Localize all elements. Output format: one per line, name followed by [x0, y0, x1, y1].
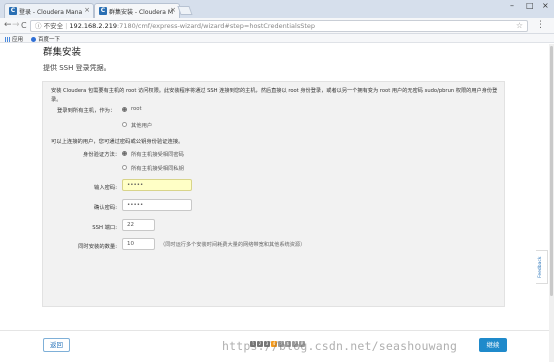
browser-tab-bar: C 登录 - Cloudera Mana × C 群集安装 - Cloudera…: [0, 0, 554, 18]
minimize-icon[interactable]: –: [510, 1, 514, 10]
bookmark-label: 百度一下: [38, 37, 61, 43]
bookmark-star-icon[interactable]: ☆: [516, 21, 523, 31]
apps-grid-icon: [5, 36, 10, 42]
ssh-port-label: SSH 端口:: [92, 225, 117, 231]
bookmark-baidu[interactable]: 百度一下: [31, 35, 60, 43]
bookmarks-bar: 应用 百度一下: [0, 34, 554, 43]
option-same-password-label: 所有主机接受相同密码: [131, 152, 184, 158]
option-same-key-label: 所有主机接受相同私钥: [131, 166, 184, 172]
url-host: 192.168.2.219: [69, 22, 117, 30]
tab-title: 群集安装 - Cloudera M: [109, 9, 174, 16]
password-input[interactable]: •••••: [122, 179, 192, 191]
close-window-icon[interactable]: ×: [542, 1, 549, 10]
tab-title: 登录 - Cloudera Mana: [19, 9, 83, 16]
scrollbar-thumb[interactable]: [550, 46, 553, 296]
feedback-tab[interactable]: Feedback: [536, 250, 548, 284]
browser-navbar: ← → C ⓘ 不安全 | 192.168.2.219:7180/cmf/exp…: [0, 18, 554, 34]
ssh-port-input[interactable]: 22: [122, 219, 155, 231]
radio-other-user[interactable]: [122, 122, 127, 127]
cloudera-favicon-icon: C: [99, 7, 107, 15]
radio-same-private-key[interactable]: [122, 165, 127, 170]
wizard-footer: 返回 1 2 3 4 5 6 7 8 https://blog.csdn.net…: [0, 330, 554, 362]
maximize-icon[interactable]: □: [526, 1, 534, 10]
page-subtitle: 提供 SSH 登录凭据。: [43, 64, 111, 72]
back-arrow-icon[interactable]: ←: [4, 20, 12, 31]
confirm-password-input[interactable]: •••••: [122, 199, 192, 211]
page-title: 群集安装: [43, 47, 82, 58]
concurrent-installs-input[interactable]: 10: [122, 238, 155, 250]
tab-cluster-install[interactable]: C 群集安装 - Cloudera M ×: [94, 3, 180, 18]
wizard-page: 群集安装 提供 SSH 登录凭据。 安装 Cloudera 包需要有主机的 ro…: [0, 44, 554, 362]
new-tab-button[interactable]: [177, 6, 193, 15]
confirm-password-label: 确认密码:: [94, 205, 117, 211]
info-icon[interactable]: ⓘ: [35, 22, 44, 30]
watermark-text: https://blog.csdn.net/seashouwang: [222, 339, 458, 353]
bookmark-apps[interactable]: 应用: [5, 35, 23, 43]
concurrent-installs-hint: （同时运行多个安装时间耗费大量的网络带宽和其他系统资源）: [160, 242, 306, 248]
password-label: 输入密码:: [94, 185, 117, 191]
continue-button[interactable]: 继续: [479, 338, 507, 352]
browser-menu-icon[interactable]: ⋮: [536, 20, 545, 30]
description-text: 安装 Cloudera 包需要有主机的 root 访问权限。此安装程序将通过 S…: [51, 88, 498, 103]
auth-method-label: 身份验证方法：: [83, 152, 121, 158]
reload-icon[interactable]: C: [21, 20, 27, 31]
option-other-user-label: 其他用户: [131, 123, 153, 129]
concurrent-installs-label: 同时安装的数量:: [78, 244, 117, 250]
tab-close-icon[interactable]: ×: [84, 6, 90, 14]
radio-root[interactable]: [122, 107, 127, 112]
radio-same-password[interactable]: [122, 151, 127, 156]
tab-login[interactable]: C 登录 - Cloudera Mana ×: [4, 3, 94, 18]
url-path: :7180/cmf/express-wizard/wizard#step=hos…: [116, 22, 316, 30]
credentials-panel: 安装 Cloudera 包需要有主机的 root 访问权限。此安装程序将通过 S…: [42, 81, 505, 307]
option-root-label: root: [131, 106, 142, 112]
cloudera-favicon-icon: C: [9, 7, 17, 15]
forward-arrow-icon[interactable]: →: [12, 20, 20, 31]
back-button[interactable]: 返回: [43, 338, 70, 352]
security-label: 不安全: [43, 22, 64, 30]
login-as-label: 登录到所有主机，作为：: [57, 108, 116, 114]
bookmark-label: 应用: [12, 37, 24, 43]
auth-intro-text: 可以上连接的用户，您可通过密码或公钥身份验证连接。: [51, 139, 184, 145]
address-bar[interactable]: ⓘ 不安全 | 192.168.2.219:7180/cmf/express-w…: [30, 20, 528, 32]
paw-icon: [31, 36, 36, 42]
tab-close-icon[interactable]: ×: [170, 6, 176, 14]
